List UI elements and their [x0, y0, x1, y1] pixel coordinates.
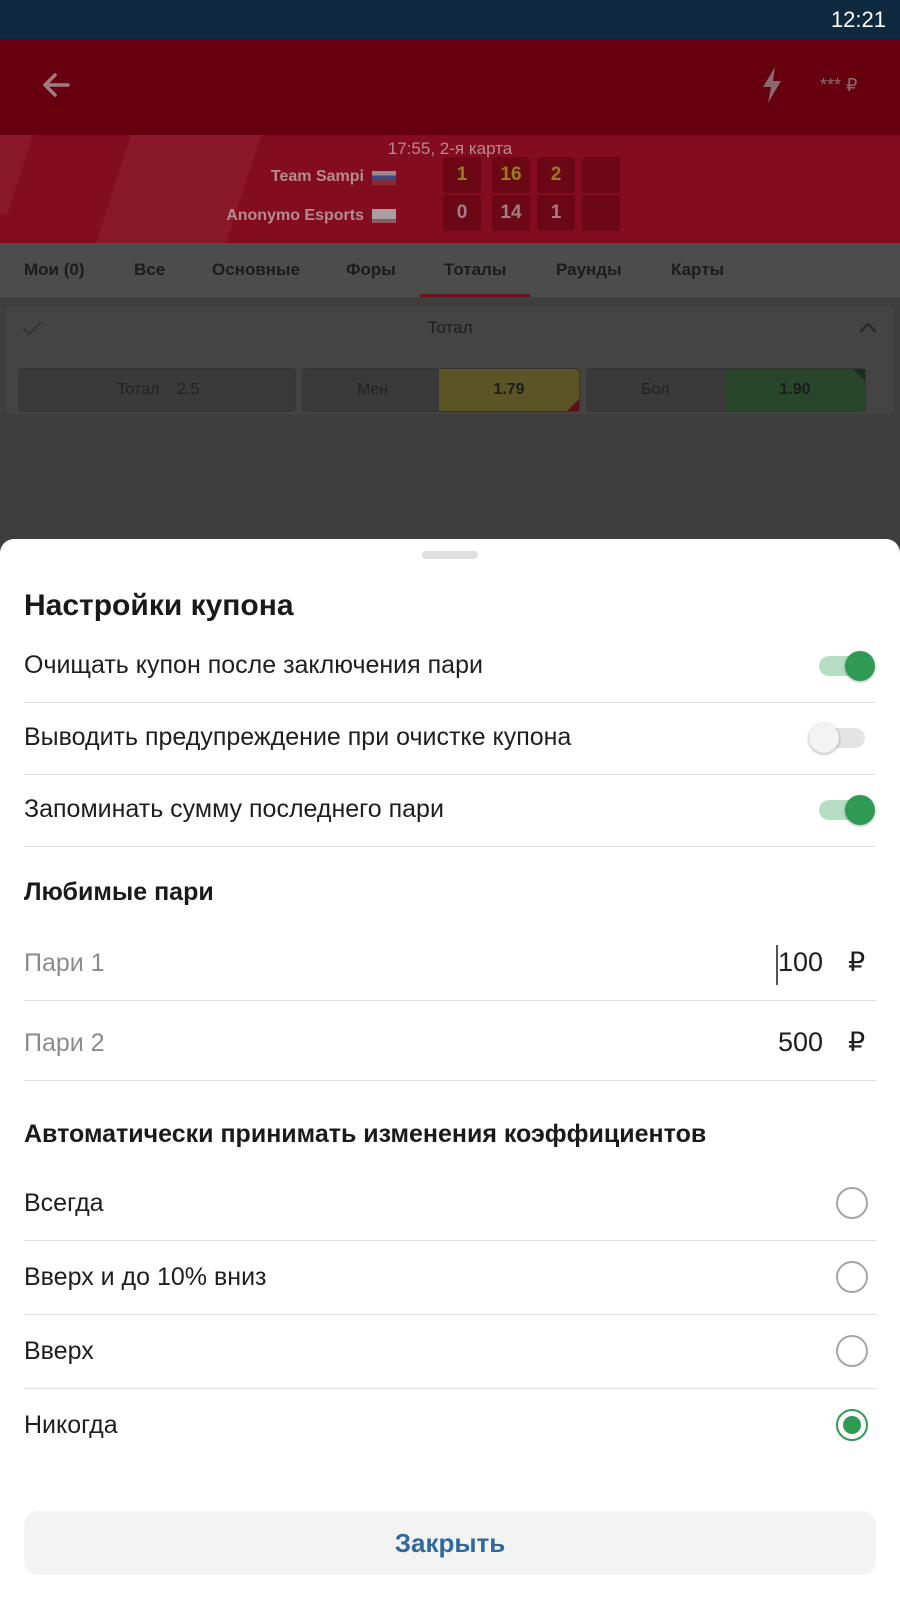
- total-value: 2.5: [177, 381, 200, 398]
- tab-handicaps[interactable]: Форы: [346, 243, 396, 297]
- odds-option-never[interactable]: Никогда: [24, 1389, 876, 1463]
- team1-score-cell: 1: [443, 157, 481, 193]
- favorite-bet-label: Пари 1: [24, 949, 105, 977]
- under-odd-value: 1.79: [439, 369, 579, 411]
- team1-score-cell: 2: [537, 157, 575, 193]
- favorite-bet-label: Пари 2: [24, 1029, 105, 1057]
- team2-score-cell: 14: [492, 195, 530, 231]
- team1-name: Team Sampi: [270, 168, 364, 185]
- tab-totals[interactable]: Тоталы: [419, 243, 531, 297]
- ruble-icon: ₽: [848, 1027, 866, 1057]
- odds-option-up-and-10-down[interactable]: Вверх и до 10% вниз: [24, 1241, 876, 1315]
- odds-option-label: Вверх и до 10% вниз: [24, 1263, 267, 1291]
- empty-score-cell: [582, 195, 620, 231]
- odds-option-up[interactable]: Вверх: [24, 1315, 876, 1389]
- app-bar: *** ₽: [0, 39, 900, 135]
- team1-score-cell: 16: [492, 157, 530, 193]
- total-line-cell: Тотал 2.5: [18, 368, 296, 412]
- chevron-up-icon[interactable]: [854, 314, 882, 342]
- tab-main[interactable]: Основные: [212, 243, 300, 297]
- odds-change-heading: Автоматически принимать изменения коэффи…: [24, 1120, 707, 1148]
- setting-label: Очищать купон после заключения пари: [24, 651, 483, 679]
- sheet-title: Настройки купона: [24, 589, 294, 622]
- market-tabs: Мои (0) Все Основные Форы Тоталы Раунды …: [0, 243, 900, 297]
- odds-option-label: Всегда: [24, 1189, 104, 1217]
- setting-label: Запоминать сумму последнего пари: [24, 795, 444, 823]
- market-title: Тотал: [427, 318, 473, 337]
- tab-maps[interactable]: Карты: [671, 243, 724, 297]
- coupon-settings-sheet: Настройки купона Очищать купон после зак…: [0, 539, 900, 1600]
- lightning-icon[interactable]: [760, 65, 784, 105]
- radio-button[interactable]: [836, 1335, 868, 1367]
- empty-score-cell: [582, 157, 620, 193]
- over-odd-button[interactable]: Бол 1.90: [586, 368, 866, 412]
- favorite-bet-1-field[interactable]: Пари 1 100 ₽: [24, 921, 876, 1001]
- toggle-thumb: [845, 795, 875, 825]
- favorite-bet-2-field[interactable]: Пари 2 500 ₽: [24, 1001, 876, 1081]
- status-time: 12:21: [830, 7, 886, 32]
- radio-button-selected[interactable]: [836, 1409, 868, 1441]
- close-button[interactable]: Закрыть: [24, 1511, 876, 1575]
- team2-score-cell: 0: [443, 195, 481, 231]
- favorite-bet-amount[interactable]: 500: [778, 1027, 823, 1058]
- radio-button[interactable]: [836, 1187, 868, 1219]
- tab-all[interactable]: Все: [134, 243, 165, 297]
- setting-label: Выводить предупреждение при очистке купо…: [24, 723, 572, 751]
- status-bar: 12:21: [0, 0, 900, 39]
- setting-row-remember-amount[interactable]: Запоминать сумму последнего пари: [24, 775, 876, 847]
- odds-option-label: Никогда: [24, 1411, 118, 1439]
- tab-rounds[interactable]: Раунды: [556, 243, 622, 297]
- setting-row-clear-coupon[interactable]: Очищать купон после заключения пари: [24, 631, 876, 703]
- scoreboard: 17:55, 2-я карта Team Sampi Anonymo Espo…: [0, 135, 900, 243]
- back-arrow-icon[interactable]: [36, 65, 76, 105]
- over-odd-value: 1.90: [725, 369, 865, 411]
- ruble-icon: ₽: [848, 947, 866, 977]
- warn-clear-toggle[interactable]: [809, 722, 871, 753]
- market-card: Тотал Тотал 2.5 Мен 1.79 Бол 1.90: [6, 306, 894, 414]
- favorite-bet-amount[interactable]: 100: [778, 947, 823, 978]
- setting-row-warn-clear[interactable]: Выводить предупреждение при очистке купо…: [24, 703, 876, 775]
- odds-option-label: Вверх: [24, 1337, 94, 1365]
- market-content: Тотал Тотал 2.5 Мен 1.79 Бол 1.90: [0, 297, 900, 539]
- team2-flag-icon: [372, 209, 396, 223]
- toggle-thumb: [809, 723, 839, 753]
- total-label: Тотал: [117, 381, 160, 398]
- radio-button[interactable]: [836, 1261, 868, 1293]
- favorites-heading: Любимые пари: [24, 878, 214, 906]
- team2-score-cell: 1: [537, 195, 575, 231]
- odds-option-always[interactable]: Всегда: [24, 1167, 876, 1241]
- team1-flag-icon: [372, 171, 396, 185]
- toggle-thumb: [845, 651, 875, 681]
- team2-name: Anonymo Esports: [226, 207, 364, 224]
- match-info: 17:55, 2-я карта: [387, 139, 513, 158]
- over-label: Бол: [641, 381, 670, 398]
- sheet-drag-handle[interactable]: [422, 551, 478, 559]
- clear-coupon-toggle[interactable]: [815, 650, 875, 681]
- balance-display[interactable]: *** ₽: [820, 75, 857, 96]
- under-label: Мен: [357, 381, 389, 398]
- tab-my[interactable]: Мои (0): [24, 243, 85, 297]
- remember-amount-toggle[interactable]: [815, 794, 875, 825]
- under-odd-button[interactable]: Мен 1.79: [302, 368, 580, 412]
